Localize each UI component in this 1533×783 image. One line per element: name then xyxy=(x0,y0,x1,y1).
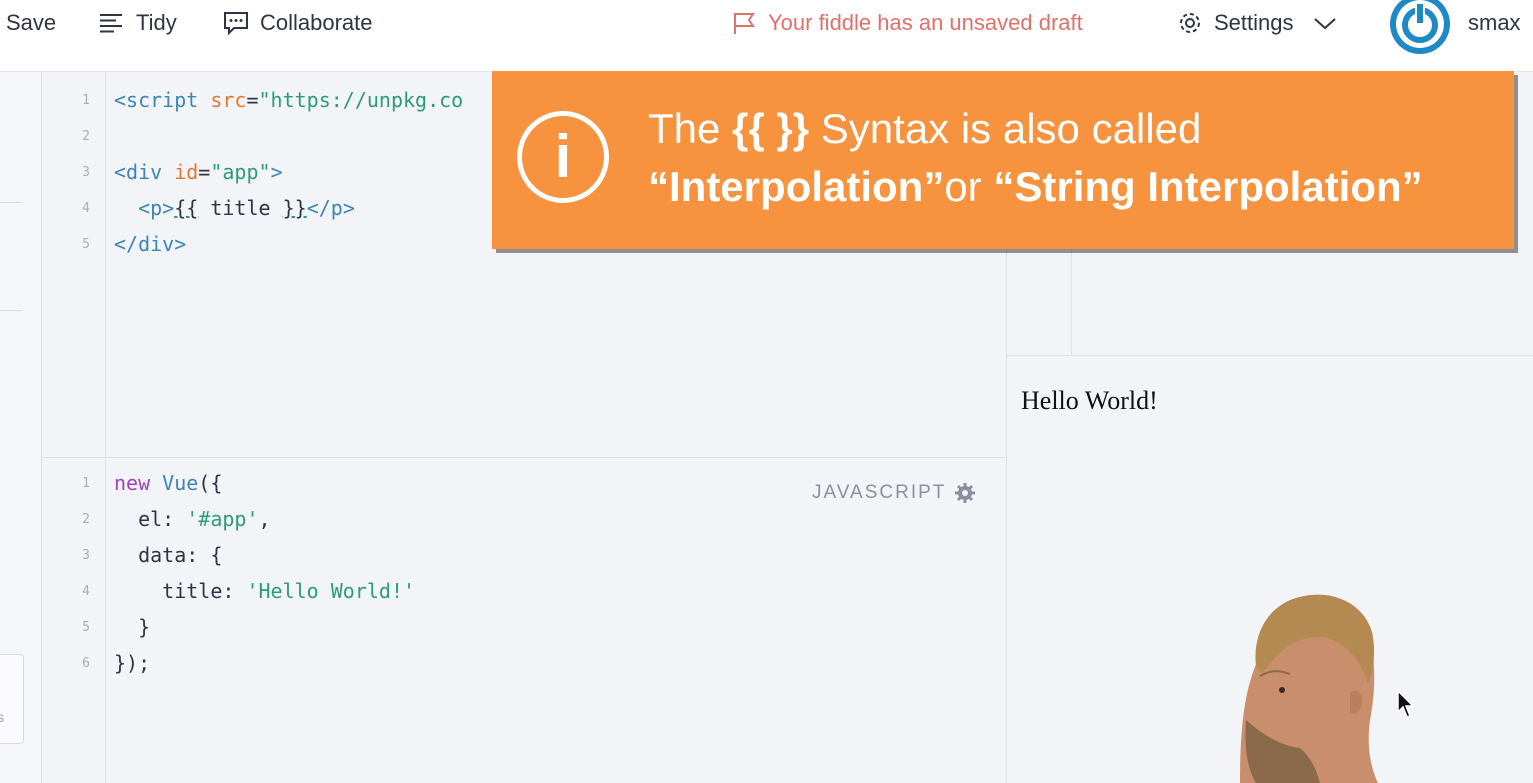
line-number: 1 xyxy=(82,476,90,491)
code-line: title: 'Hello World!' xyxy=(114,579,415,603)
callout-term: “Interpolation” xyxy=(648,163,945,210)
line-number: 5 xyxy=(82,620,90,635)
code-token: 'Hello World!' xyxy=(246,579,416,603)
code-token: "app" xyxy=(210,160,271,184)
flag-icon xyxy=(734,13,755,34)
presenter-figure xyxy=(1240,594,1378,783)
power-icon xyxy=(1396,0,1444,48)
callout-text: The xyxy=(648,105,733,152)
callout-line-2: “Interpolation”or “String Interpolation” xyxy=(648,163,1423,211)
code-token: {{ xyxy=(174,196,199,220)
info-glyph: i xyxy=(554,123,572,190)
avatar[interactable] xyxy=(1390,0,1450,54)
js-panel-label-text: JAVASCRIPT xyxy=(812,482,947,503)
mouse-cursor-icon xyxy=(1397,690,1415,718)
code-line: <p>{{ title }}</p> xyxy=(114,196,355,220)
code-token: Vue xyxy=(150,471,199,495)
code-token: = xyxy=(198,160,211,184)
code-line: <script src="https://unpkg.co xyxy=(114,88,463,112)
sidebar-divider xyxy=(0,202,22,203)
gear-icon xyxy=(1180,13,1200,33)
code-token: "https://unpkg.co xyxy=(258,88,464,112)
left-sidebar: s xyxy=(0,72,42,783)
sidebar-card-label: s xyxy=(0,709,4,725)
username-label: smax xyxy=(1468,10,1521,35)
save-label: Save xyxy=(6,10,57,35)
code-token: src xyxy=(198,88,247,112)
code-token: , xyxy=(258,507,271,531)
line-number: 2 xyxy=(82,512,90,527)
username[interactable]: smax xyxy=(1468,6,1521,40)
callout-term: “String Interpolation” xyxy=(993,163,1423,210)
tidy-label: Tidy xyxy=(136,10,177,35)
js-editor-panel[interactable]: 1 2 3 4 5 6 JAVASCRIPT new Vue({ el: '#a… xyxy=(42,458,1006,783)
code-line: <div id="app"> xyxy=(114,160,283,184)
code-token: </p> xyxy=(306,196,355,220)
line-number: 1 xyxy=(82,93,90,108)
line-number: 4 xyxy=(82,201,90,216)
code-line: new Vue({ xyxy=(114,471,222,495)
collaborate-button[interactable]: Collaborate xyxy=(222,6,373,40)
collaborate-label: Collaborate xyxy=(260,10,373,35)
line-number-gutter: 1 2 3 4 5 6 xyxy=(42,458,106,783)
code-token: = xyxy=(246,88,259,112)
info-callout: i The {{ }} Syntax is also called “Inter… xyxy=(492,71,1514,249)
presenter-video xyxy=(1200,580,1430,783)
code-token: <script xyxy=(114,88,199,112)
line-number-gutter: 1 2 3 4 5 xyxy=(42,72,106,457)
result-text: Hello World! xyxy=(1021,386,1158,415)
top-toolbar: Save Tidy Collaborate Your fiddle has an… xyxy=(0,0,1533,72)
code-token: <div xyxy=(114,160,163,184)
tidy-button[interactable]: Tidy xyxy=(98,6,177,40)
line-number: 5 xyxy=(82,237,90,252)
callout-text: Syntax is also called xyxy=(809,105,1202,152)
code-line: el: '#app', xyxy=(114,507,271,531)
code-line: data: { xyxy=(114,543,223,567)
code-token: > xyxy=(270,160,283,184)
line-number: 3 xyxy=(82,165,90,180)
callout-text: or xyxy=(944,163,994,210)
code-token: new xyxy=(114,471,151,495)
align-left-icon xyxy=(100,14,122,33)
callout-line-1: The {{ }} Syntax is also called xyxy=(648,105,1201,153)
line-number: 6 xyxy=(82,656,90,671)
sidebar-divider xyxy=(0,310,22,311)
code-line: } xyxy=(114,615,151,639)
gear-icon[interactable] xyxy=(954,482,976,504)
code-token: el: xyxy=(114,507,187,531)
save-button[interactable]: Save xyxy=(6,6,56,40)
code-token: '#app' xyxy=(186,507,259,531)
settings-label: Settings xyxy=(1214,10,1294,35)
chevron-down-icon xyxy=(1313,18,1336,30)
code-token: ({ xyxy=(198,471,223,495)
code-token: }} xyxy=(282,196,307,220)
chat-bubble-icon xyxy=(224,12,248,36)
line-number: 3 xyxy=(82,548,90,563)
line-number: 2 xyxy=(82,129,90,144)
sidebar-card[interactable]: s xyxy=(0,654,24,744)
draft-notice[interactable]: Your fiddle has an unsaved draft xyxy=(730,6,1083,40)
code-line: </div> xyxy=(114,232,187,256)
info-icon: i xyxy=(517,111,609,203)
code-token: id xyxy=(162,160,199,184)
code-line: }); xyxy=(114,651,151,675)
code-token: title xyxy=(198,196,283,220)
draft-notice-text: Your fiddle has an unsaved draft xyxy=(768,10,1083,35)
callout-braces: {{ }} xyxy=(732,105,810,152)
settings-button[interactable]: Settings xyxy=(1176,6,1338,40)
js-panel-label[interactable]: JAVASCRIPT xyxy=(812,482,976,504)
code-token: <p> xyxy=(138,196,175,220)
code-token: title: xyxy=(114,579,247,603)
line-number: 4 xyxy=(82,584,90,599)
